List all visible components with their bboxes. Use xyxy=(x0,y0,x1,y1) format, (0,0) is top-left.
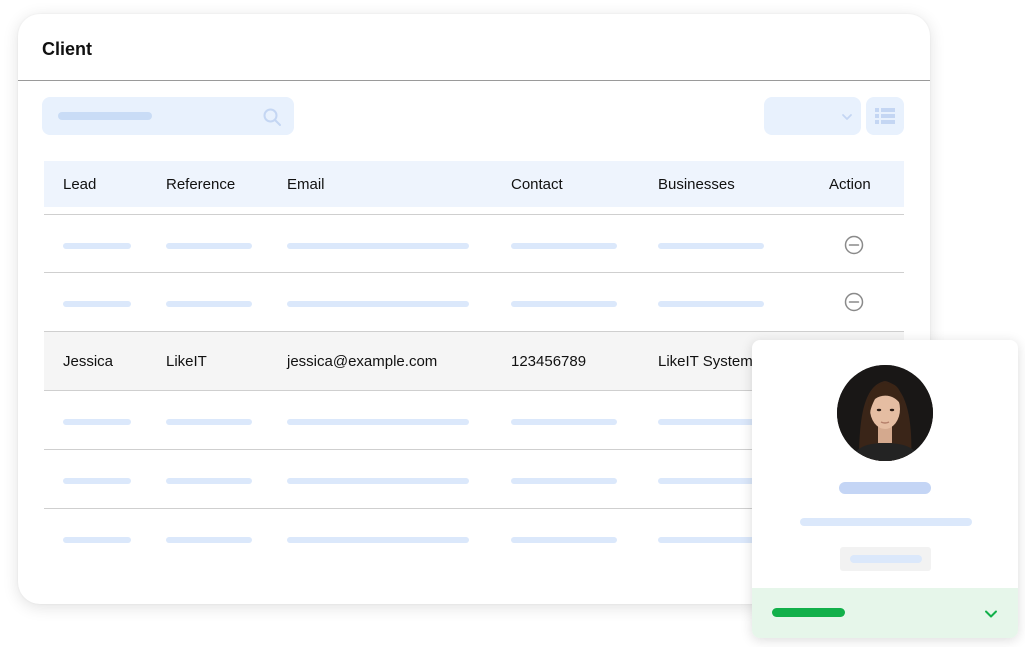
placeholder-bar xyxy=(287,301,469,307)
placeholder-bar xyxy=(63,243,131,249)
placeholder-bar xyxy=(287,478,469,484)
column-header-action: Action xyxy=(829,176,871,193)
placeholder-bar xyxy=(166,537,252,543)
search-input[interactable] xyxy=(42,97,294,135)
filter-dropdown[interactable] xyxy=(764,97,861,135)
profile-popover xyxy=(752,340,1018,638)
placeholder-bar xyxy=(287,243,469,249)
column-header-contact[interactable]: Contact xyxy=(511,176,563,193)
minus-circle-icon[interactable] xyxy=(844,235,864,255)
profile-status-bar[interactable] xyxy=(752,588,1018,638)
column-header-reference[interactable]: Reference xyxy=(166,176,235,193)
placeholder-bar xyxy=(63,478,131,484)
chevron-down-icon[interactable] xyxy=(984,607,998,621)
placeholder-bar xyxy=(511,301,617,307)
status-indicator xyxy=(772,608,845,617)
column-header-email[interactable]: Email xyxy=(287,176,325,193)
list-view-button[interactable] xyxy=(866,97,904,135)
cell-lead: Jessica xyxy=(63,353,114,370)
placeholder-bar xyxy=(658,537,764,543)
placeholder-bar xyxy=(63,419,131,425)
avatar xyxy=(837,365,933,461)
cell-contact: 123456789 xyxy=(511,353,587,370)
placeholder-bar xyxy=(658,419,764,425)
profile-tag xyxy=(840,547,931,571)
placeholder-bar xyxy=(658,243,764,249)
cell-businesses: LikeIT Systems xyxy=(658,353,761,370)
placeholder-bar xyxy=(511,478,617,484)
minus-circle-icon[interactable] xyxy=(844,292,864,312)
search-icon[interactable] xyxy=(262,107,282,127)
search-placeholder xyxy=(58,112,152,120)
placeholder-bar xyxy=(511,419,617,425)
placeholder-bar xyxy=(166,243,252,249)
placeholder-bar xyxy=(166,478,252,484)
placeholder-bar xyxy=(287,419,469,425)
profile-name-placeholder xyxy=(839,482,931,494)
column-header-businesses[interactable]: Businesses xyxy=(658,176,735,193)
column-header-lead[interactable]: Lead xyxy=(63,176,96,193)
table-row[interactable] xyxy=(44,272,904,332)
table-header: Lead Reference Email Contact Businesses … xyxy=(44,161,904,207)
page-title: Client xyxy=(42,39,93,59)
cell-email: jessica@example.com xyxy=(287,353,438,370)
card-header: Client xyxy=(18,14,930,81)
placeholder-bar xyxy=(511,243,617,249)
placeholder-bar xyxy=(166,419,252,425)
placeholder-bar xyxy=(658,301,764,307)
placeholder-bar xyxy=(63,301,131,307)
chevron-down-icon xyxy=(842,114,852,120)
cell-reference: LikeIT xyxy=(166,353,207,370)
placeholder-bar xyxy=(63,537,131,543)
placeholder-bar xyxy=(511,537,617,543)
placeholder-bar xyxy=(658,478,764,484)
table-row[interactable] xyxy=(44,214,904,274)
profile-detail-placeholder xyxy=(800,518,972,526)
list-view-icon xyxy=(875,108,895,124)
profile-tag-placeholder xyxy=(850,555,922,563)
placeholder-bar xyxy=(287,537,469,543)
placeholder-bar xyxy=(166,301,252,307)
